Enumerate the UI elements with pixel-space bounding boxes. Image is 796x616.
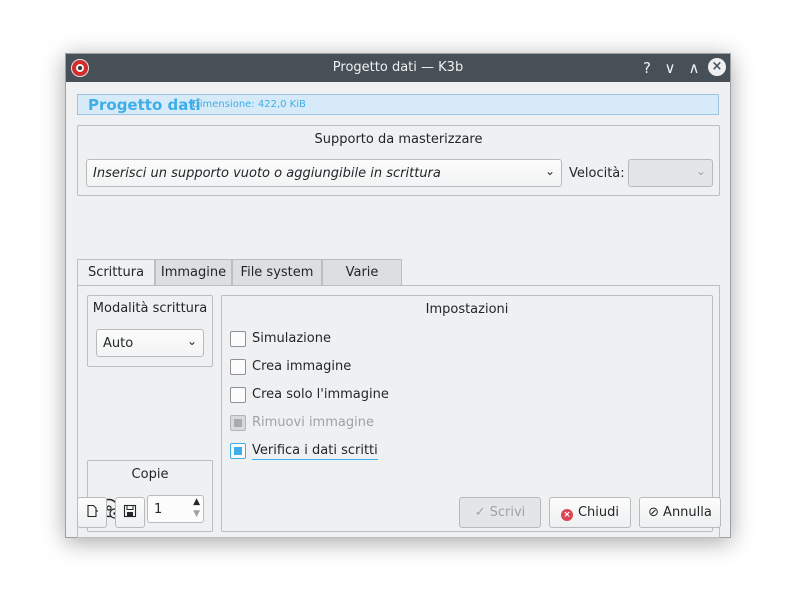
help-icon[interactable]: ? (637, 58, 657, 78)
medium-select[interactable]: Inserisci un supporto vuoto o aggiungibi… (86, 159, 562, 187)
annulla-button[interactable]: ⊘ Annulla (639, 497, 721, 528)
checkbox-box[interactable] (230, 331, 246, 347)
close-icon: × (560, 509, 573, 521)
cancel-icon: ⊘ (648, 505, 660, 520)
checkbox-box[interactable] (230, 359, 246, 375)
tab-scrittura[interactable]: Scrittura (77, 259, 155, 287)
checkmark-icon: ✓ (474, 505, 486, 520)
spin-down-icon[interactable]: ▼ (193, 509, 200, 519)
checkbox-label: Rimuovi immagine (252, 415, 374, 430)
titlebar[interactable]: Progetto dati — K3b ? ∨ ∧ × (66, 54, 730, 82)
medium-group: Supporto da masterizzare Inserisci un su… (77, 125, 720, 196)
chiudi-button[interactable]: × Chiudi (549, 497, 631, 528)
checkbox-box[interactable] (230, 387, 246, 403)
project-title: Progetto dati (88, 96, 201, 114)
checkbox-label: Simulazione (252, 331, 331, 346)
speed-label: Velocità: (569, 166, 625, 181)
write-mode-title: Modalità scrittura (92, 301, 208, 316)
write-mode-value: Auto (103, 336, 134, 351)
k3b-dialog: Progetto dati — K3b ? ∨ ∧ × Progetto dat… (65, 53, 731, 538)
maximize-icon[interactable]: ∧ (684, 58, 704, 78)
write-mode-group: Modalità scrittura Auto ⌄ (87, 295, 213, 367)
checkbox-label: Crea immagine (252, 359, 352, 374)
annulla-label: Annulla (663, 505, 712, 520)
scrivi-label: Scrivi (489, 505, 526, 520)
settings-title: Impostazioni (425, 302, 509, 317)
spin-up-icon[interactable]: ▲ (193, 497, 200, 507)
minimize-icon[interactable]: ∨ (660, 58, 680, 78)
tab-immagine[interactable]: Immagine (155, 259, 232, 286)
chiudi-label: Chiudi (577, 505, 620, 520)
checkbox-label: Crea solo l'immagine (252, 387, 389, 402)
checkbox-label: Verifica i dati scritti (252, 443, 378, 460)
tab-file-system[interactable]: File system (232, 259, 322, 286)
chevron-down-icon: ⌄ (544, 164, 555, 178)
copies-value: 1 (154, 502, 163, 517)
chevron-down-icon: ⌄ (186, 334, 197, 348)
write-mode-select[interactable]: Auto ⌄ (96, 329, 204, 357)
checkbox-box[interactable] (230, 443, 246, 459)
copies-title: Copie (131, 467, 169, 482)
speed-select[interactable]: ⌄ (628, 159, 713, 187)
window-title: Progetto dati — K3b (332, 60, 464, 75)
scrivi-button[interactable]: ✓ Scrivi (459, 497, 541, 528)
chevron-down-icon: ⌄ (695, 164, 706, 178)
save-defaults-button[interactable] (115, 497, 145, 528)
checkbox-box (230, 415, 246, 431)
tab-varie[interactable]: Varie (322, 259, 402, 286)
project-header: Progetto dati Dimensione: 422,0 KiB (77, 94, 719, 115)
close-window-icon[interactable]: × (708, 58, 726, 76)
save-icon (123, 504, 137, 518)
load-defaults-button[interactable] (77, 497, 107, 528)
medium-group-title: Supporto da masterizzare (314, 132, 483, 147)
document-icon (87, 504, 98, 518)
copies-spinbox[interactable]: 1 ▲ ▼ (147, 495, 204, 523)
medium-select-value: Inserisci un supporto vuoto o aggiungibi… (93, 166, 441, 181)
project-size: Dimensione: 422,0 KiB (192, 99, 306, 110)
